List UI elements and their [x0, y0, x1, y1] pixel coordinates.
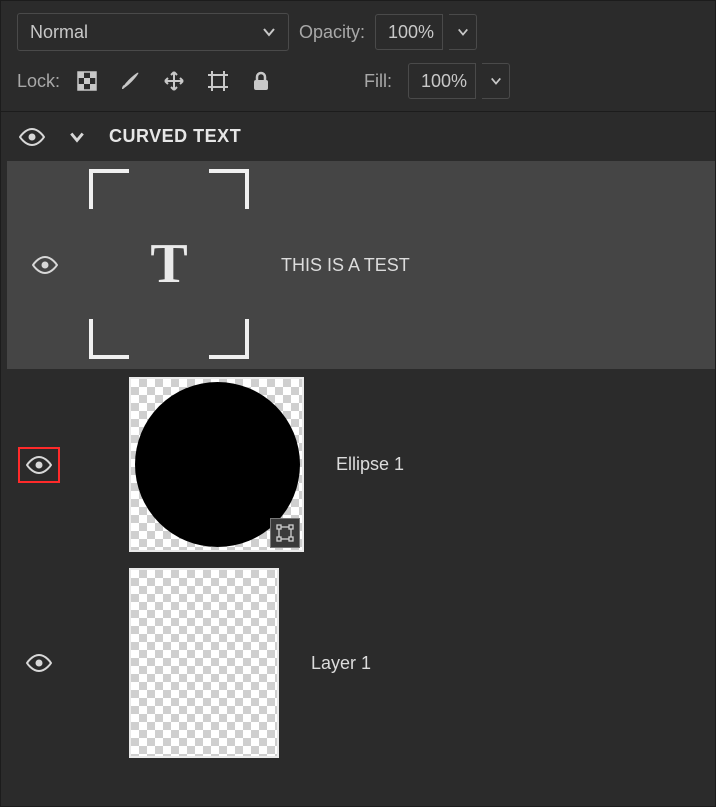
artboard-icon[interactable] [206, 69, 230, 93]
opacity-dropdown-button[interactable] [449, 14, 477, 50]
eye-icon[interactable] [19, 128, 45, 146]
chevron-down-icon [457, 26, 469, 38]
blend-mode-value: Normal [30, 22, 88, 43]
fill-input[interactable]: 100% [408, 63, 476, 99]
layer-group-header[interactable]: CURVED TEXT [1, 112, 715, 161]
eye-icon[interactable] [32, 256, 58, 274]
group-title: CURVED TEXT [109, 126, 241, 147]
blend-mode-select[interactable]: Normal [17, 13, 289, 51]
layer-thumbnail[interactable]: T [89, 169, 249, 361]
layer-options-row: Normal Opacity: 100% [1, 1, 715, 57]
eye-icon[interactable] [26, 456, 52, 474]
layer-row-raster[interactable]: Layer 1 [1, 560, 715, 766]
layer-name[interactable]: Layer 1 [311, 653, 371, 674]
chevron-down-icon [490, 75, 502, 87]
type-icon: T [150, 232, 187, 296]
brush-icon[interactable] [118, 69, 142, 93]
lock-label: Lock: [17, 71, 60, 92]
layer-thumbnail[interactable] [129, 568, 279, 758]
fill-label: Fill: [364, 71, 392, 92]
move-arrows-icon[interactable] [162, 69, 186, 93]
lock-icons-group [76, 69, 272, 93]
vector-mask-icon[interactable] [270, 518, 300, 548]
opacity-label: Opacity: [299, 22, 365, 43]
layer-name[interactable]: THIS IS A TEST [281, 255, 410, 276]
chevron-down-icon[interactable] [69, 129, 85, 145]
fill-value: 100% [421, 71, 467, 92]
fill-control: 100% [408, 63, 510, 99]
lock-transparency-icon[interactable] [76, 70, 98, 92]
chevron-down-icon [262, 25, 276, 39]
lock-icon[interactable] [250, 70, 272, 92]
layer-thumbnail[interactable] [129, 377, 304, 552]
layer-row-shape[interactable]: Ellipse 1 [1, 369, 715, 560]
layer-name[interactable]: Ellipse 1 [336, 454, 404, 475]
fill-dropdown-button[interactable] [482, 63, 510, 99]
opacity-control: 100% [375, 14, 477, 50]
layer-row-text[interactable]: T THIS IS A TEST [7, 161, 715, 369]
opacity-input[interactable]: 100% [375, 14, 443, 50]
layer-lock-row: Lock: [1, 57, 715, 112]
opacity-value: 100% [388, 22, 434, 43]
eye-icon[interactable] [26, 654, 52, 672]
layers-list: T THIS IS A TEST [1, 161, 715, 776]
layers-panel: Normal Opacity: 100% Lock: [0, 0, 716, 807]
